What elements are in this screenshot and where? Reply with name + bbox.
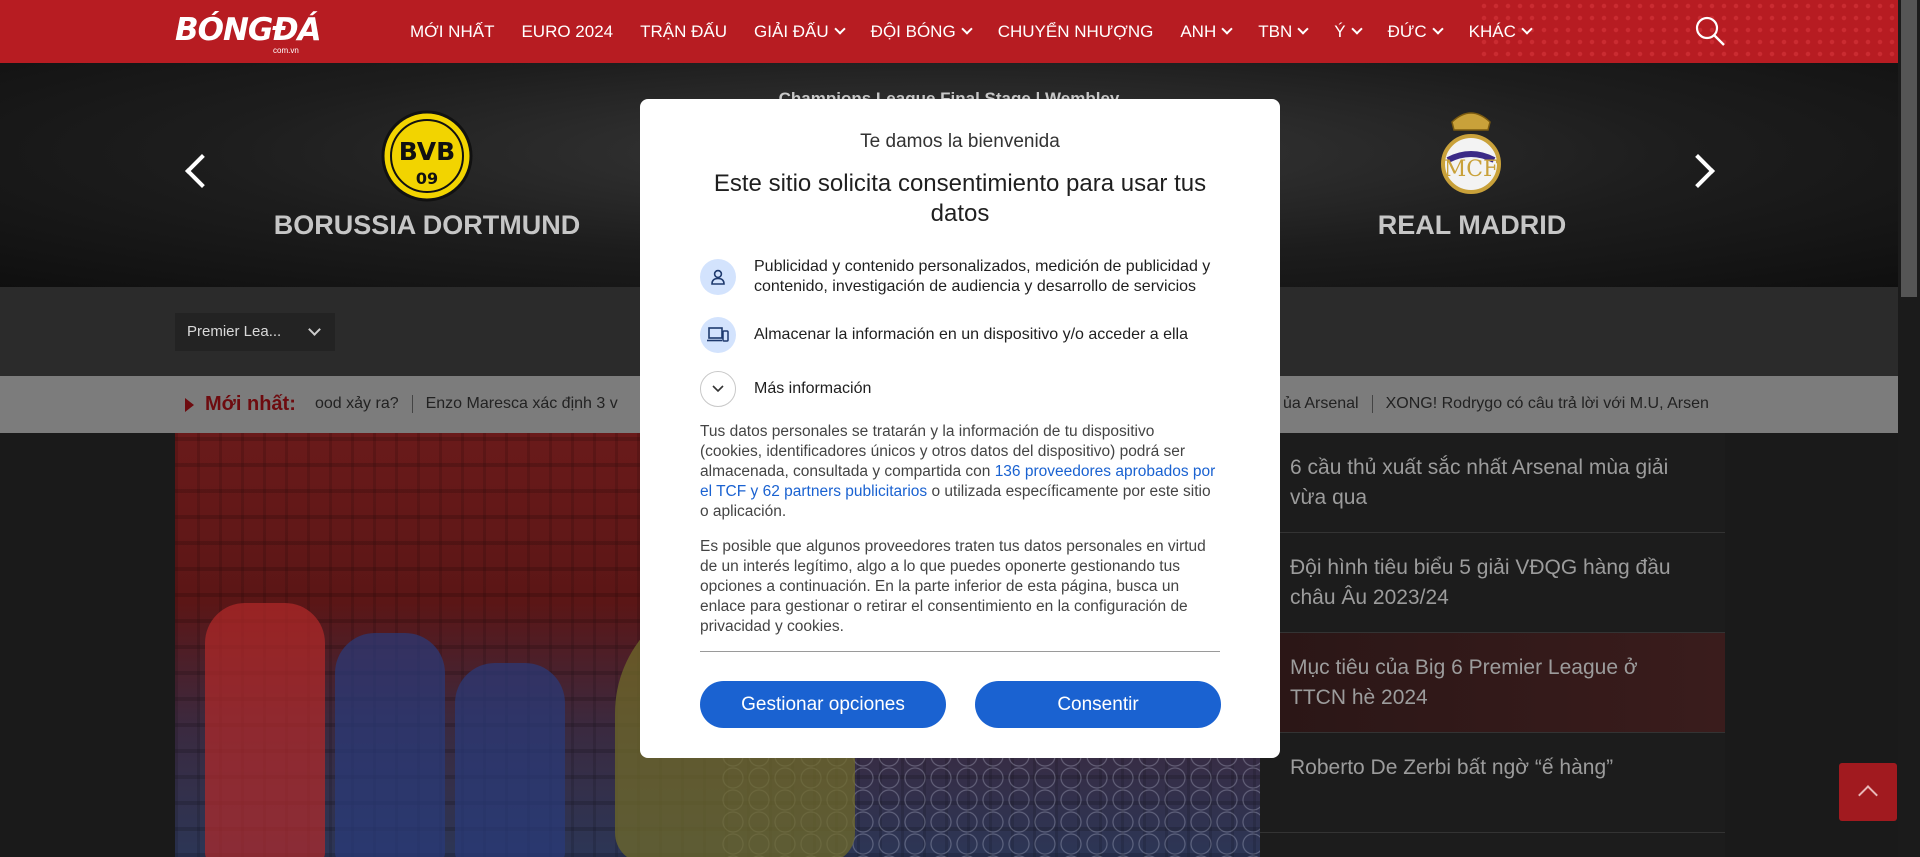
purpose-text: Almacenar la información en un dispositi…	[754, 326, 1189, 343]
scrollbar-thumb[interactable]	[1901, 0, 1917, 297]
devices-icon	[700, 317, 736, 353]
consent-welcome: Te damos la bienvenida	[860, 131, 1060, 152]
page-scrollbar[interactable]	[1898, 0, 1920, 857]
manage-options-button[interactable]: Gestionar opciones	[700, 681, 946, 728]
purpose-device-storage: Almacenar la información en un dispositi…	[700, 317, 1224, 353]
consent-title: Este sitio solicita consentimiento para …	[713, 170, 1207, 227]
consent-paragraph-1: Tus datos personales se tratarán y la in…	[700, 422, 1220, 522]
consent-paragraph-2: Es posible que algunos proveedores trate…	[700, 538, 1206, 635]
divider	[700, 651, 1220, 652]
more-info-label[interactable]: Más información	[754, 379, 1224, 399]
consent-button[interactable]: Consentir	[975, 681, 1221, 728]
purpose-text: Publicidad y contenido personalizados, m…	[754, 258, 1211, 295]
chevron-down-icon	[712, 385, 724, 393]
more-info-row[interactable]: Más información	[700, 371, 1224, 407]
purpose-personalized-ads: Publicidad y contenido personalizados, m…	[700, 257, 1224, 297]
expand-more-button[interactable]	[700, 371, 736, 407]
person-icon	[700, 259, 736, 295]
consent-dialog: Te damos la bienvenida Este sitio solici…	[640, 99, 1280, 758]
